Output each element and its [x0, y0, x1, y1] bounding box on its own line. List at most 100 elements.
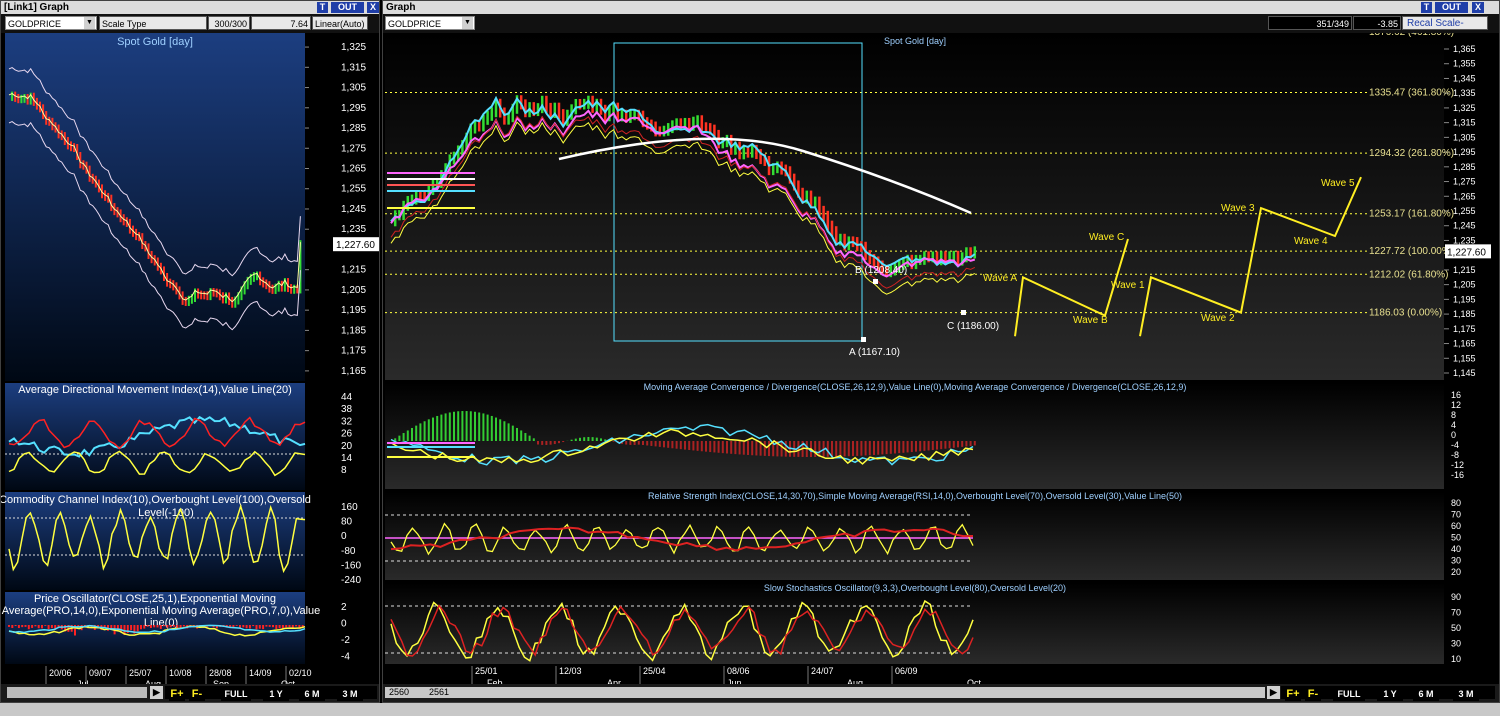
left-t-button[interactable]: T	[317, 2, 328, 13]
left-price-panel-title: Spot Gold [day]	[117, 36, 193, 48]
left-price-tick: 1,215	[341, 265, 366, 276]
macd-panel-title: Moving Average Convergence / Divergence(…	[644, 382, 1187, 392]
right-zoom-in-button[interactable]: F+	[1285, 688, 1301, 701]
left-close-button[interactable]: X	[367, 2, 379, 13]
left-zoom-in-button[interactable]: F+	[169, 688, 185, 701]
cci-panel-title-line1: Commodity Channel Index(10),Overbought L…	[1, 494, 311, 506]
right-3m-button[interactable]: 3 M	[1453, 688, 1479, 701]
left-6m-button[interactable]: 6 M	[299, 688, 325, 701]
wave-label: Wave C	[1089, 232, 1124, 243]
macd-tick: 16	[1451, 390, 1461, 400]
left-date-tick: 10/08	[169, 668, 192, 678]
right-out-button[interactable]: OUT	[1435, 2, 1468, 13]
left-last-price-label: 1,227.60	[336, 240, 375, 251]
rsi-tick: 40	[1451, 544, 1461, 554]
macd-tick: 0	[1451, 430, 1456, 440]
right-date-tick: 08/06	[727, 666, 750, 676]
wave-label: Wave 3	[1221, 203, 1255, 214]
left-date-tick: 02/10	[289, 668, 312, 678]
left-price-tick: 1,245	[341, 204, 366, 215]
left-out-button[interactable]: OUT	[331, 2, 364, 13]
adx-tick: 20	[341, 441, 353, 452]
rsi-tick: 80	[1451, 498, 1461, 508]
left-price-tick: 1,255	[341, 184, 366, 195]
right-full-button[interactable]: FULL	[1333, 688, 1365, 701]
adx-tick: 8	[341, 465, 347, 476]
right-symbol-value: GOLDPRICE	[388, 19, 442, 29]
right-date-tick: 25/01	[475, 666, 498, 676]
left-chart-window: [Link1] Graph T OUT X GOLDPRICE ▼ Scale …	[0, 0, 380, 703]
adx-tick: 32	[341, 416, 353, 427]
rsi-panel-title: Relative Strength Index(CLOSE,14,30,70),…	[648, 491, 1182, 501]
stoch-panel-title: Slow Stochastics Oscillator(9,3,3),Overb…	[764, 583, 1066, 593]
scroll-right-icon[interactable]: ▶	[1267, 686, 1280, 699]
right-price-panel-title: Spot Gold [day]	[884, 36, 946, 46]
macd-tick: 4	[1451, 420, 1456, 430]
po-tick: 0	[341, 619, 347, 630]
stoch-tick: 30	[1451, 639, 1461, 649]
right-price-tick: 1,215	[1453, 265, 1476, 275]
right-6m-button[interactable]: 6 M	[1413, 688, 1439, 701]
stoch-tick: 10	[1451, 654, 1461, 664]
macd-tick: -8	[1451, 450, 1459, 460]
right-close-button[interactable]: X	[1472, 2, 1484, 13]
right-date-tick: 06/09	[895, 666, 918, 676]
left-1y-button[interactable]: 1 Y	[263, 688, 289, 701]
right-chart-canvas: 1,365 1,355 1,345 1,335 1,325 1,315 1,305 1,295…	[385, 33, 1491, 687]
pivot-b-marker	[873, 279, 878, 284]
right-zoom-out-button[interactable]: F-	[1305, 688, 1321, 701]
right-horizontal-scrollbar[interactable]	[385, 687, 1265, 698]
macd-tick: 12	[1451, 400, 1461, 410]
scale-mode-select[interactable]: Linear(Auto)	[312, 16, 368, 30]
wave-label: Wave 5	[1321, 178, 1355, 189]
right-bar-count-label-2: 2561	[429, 687, 450, 697]
left-price-tick: 1,165	[341, 366, 366, 377]
left-bars-count: 300/300	[208, 16, 250, 30]
left-date-tick: 14/09	[249, 668, 272, 678]
right-navigation-bar: 2560 2561 ▶ F+ F- FULL 1 Y 6 M 3 M	[383, 684, 1499, 702]
right-price-tick: 1,155	[1453, 353, 1476, 363]
right-t-button[interactable]: T	[1421, 2, 1432, 13]
right-zoom-buttons: F+ F- FULL 1 Y 6 M 3 M	[1281, 686, 1495, 701]
wave-label: Wave 1	[1111, 280, 1145, 291]
left-chart-canvas: 1,325 1,315 1,305 1,295 1,285 1,275 1,265 1,255…	[1, 33, 379, 687]
pivot-b-label: B (1208.40)	[855, 265, 907, 276]
left-date-tick: 28/08	[209, 668, 232, 678]
left-price-tick: 1,265	[341, 164, 366, 175]
fib-level-label: 1212.02 (61.80%)	[1369, 269, 1449, 280]
left-navigation-bar: 2561 ▶ F+ F- FULL 1 Y 6 M 3 M	[1, 684, 379, 702]
adx-tick: 14	[341, 453, 353, 464]
po-title-line2: Average(PRO,14,0),Exponential Moving Ave…	[2, 605, 321, 617]
left-price-tick: 1,275	[341, 143, 366, 154]
left-full-button[interactable]: FULL	[221, 688, 251, 701]
right-price-tick: 1,315	[1453, 118, 1476, 128]
right-1y-button[interactable]: 1 Y	[1377, 688, 1403, 701]
cci-tick: -80	[341, 546, 356, 557]
desktop-horizontal-scrollbar[interactable]	[0, 703, 1500, 716]
left-symbol-select[interactable]: GOLDPRICE ▼	[5, 16, 97, 30]
po-title-line1: Price Oscillator(CLOSE,25,1),Exponential…	[34, 593, 276, 605]
left-3m-button[interactable]: 3 M	[337, 688, 363, 701]
left-zoom-out-button[interactable]: F-	[189, 688, 205, 701]
po-tick: 2	[341, 602, 347, 613]
cci-tick: 0	[341, 531, 347, 542]
scroll-right-icon[interactable]: ▶	[150, 686, 163, 699]
po-tick: -2	[341, 635, 350, 646]
left-horizontal-scrollbar[interactable]	[7, 687, 147, 698]
po-tick: -4	[341, 652, 350, 663]
right-price-tick: 1,195	[1453, 294, 1476, 304]
right-price-tick: 1,265	[1453, 191, 1476, 201]
right-chart-window: Graph T OUT X GOLDPRICE ▼ 351/349 -3.85 …	[382, 0, 1500, 703]
fib-level-label: 1294.32 (261.80%)	[1369, 148, 1454, 159]
recal-scale-button[interactable]: Recal Scale-Linear	[1402, 16, 1488, 43]
rsi-tick: 50	[1451, 533, 1461, 543]
right-bar-count-label-1: 2560	[389, 687, 410, 697]
right-date-tick: 25/04	[643, 666, 666, 676]
right-price-tick: 1,255	[1453, 206, 1476, 216]
right-price-tick: 1,355	[1453, 59, 1476, 69]
right-symbol-select[interactable]: GOLDPRICE ▼	[385, 16, 475, 30]
adx-tick: 26	[341, 429, 353, 440]
left-window-title: [Link1] Graph	[4, 2, 70, 13]
left-price-tick: 1,205	[341, 285, 366, 296]
right-date-tick: 24/07	[811, 666, 834, 676]
